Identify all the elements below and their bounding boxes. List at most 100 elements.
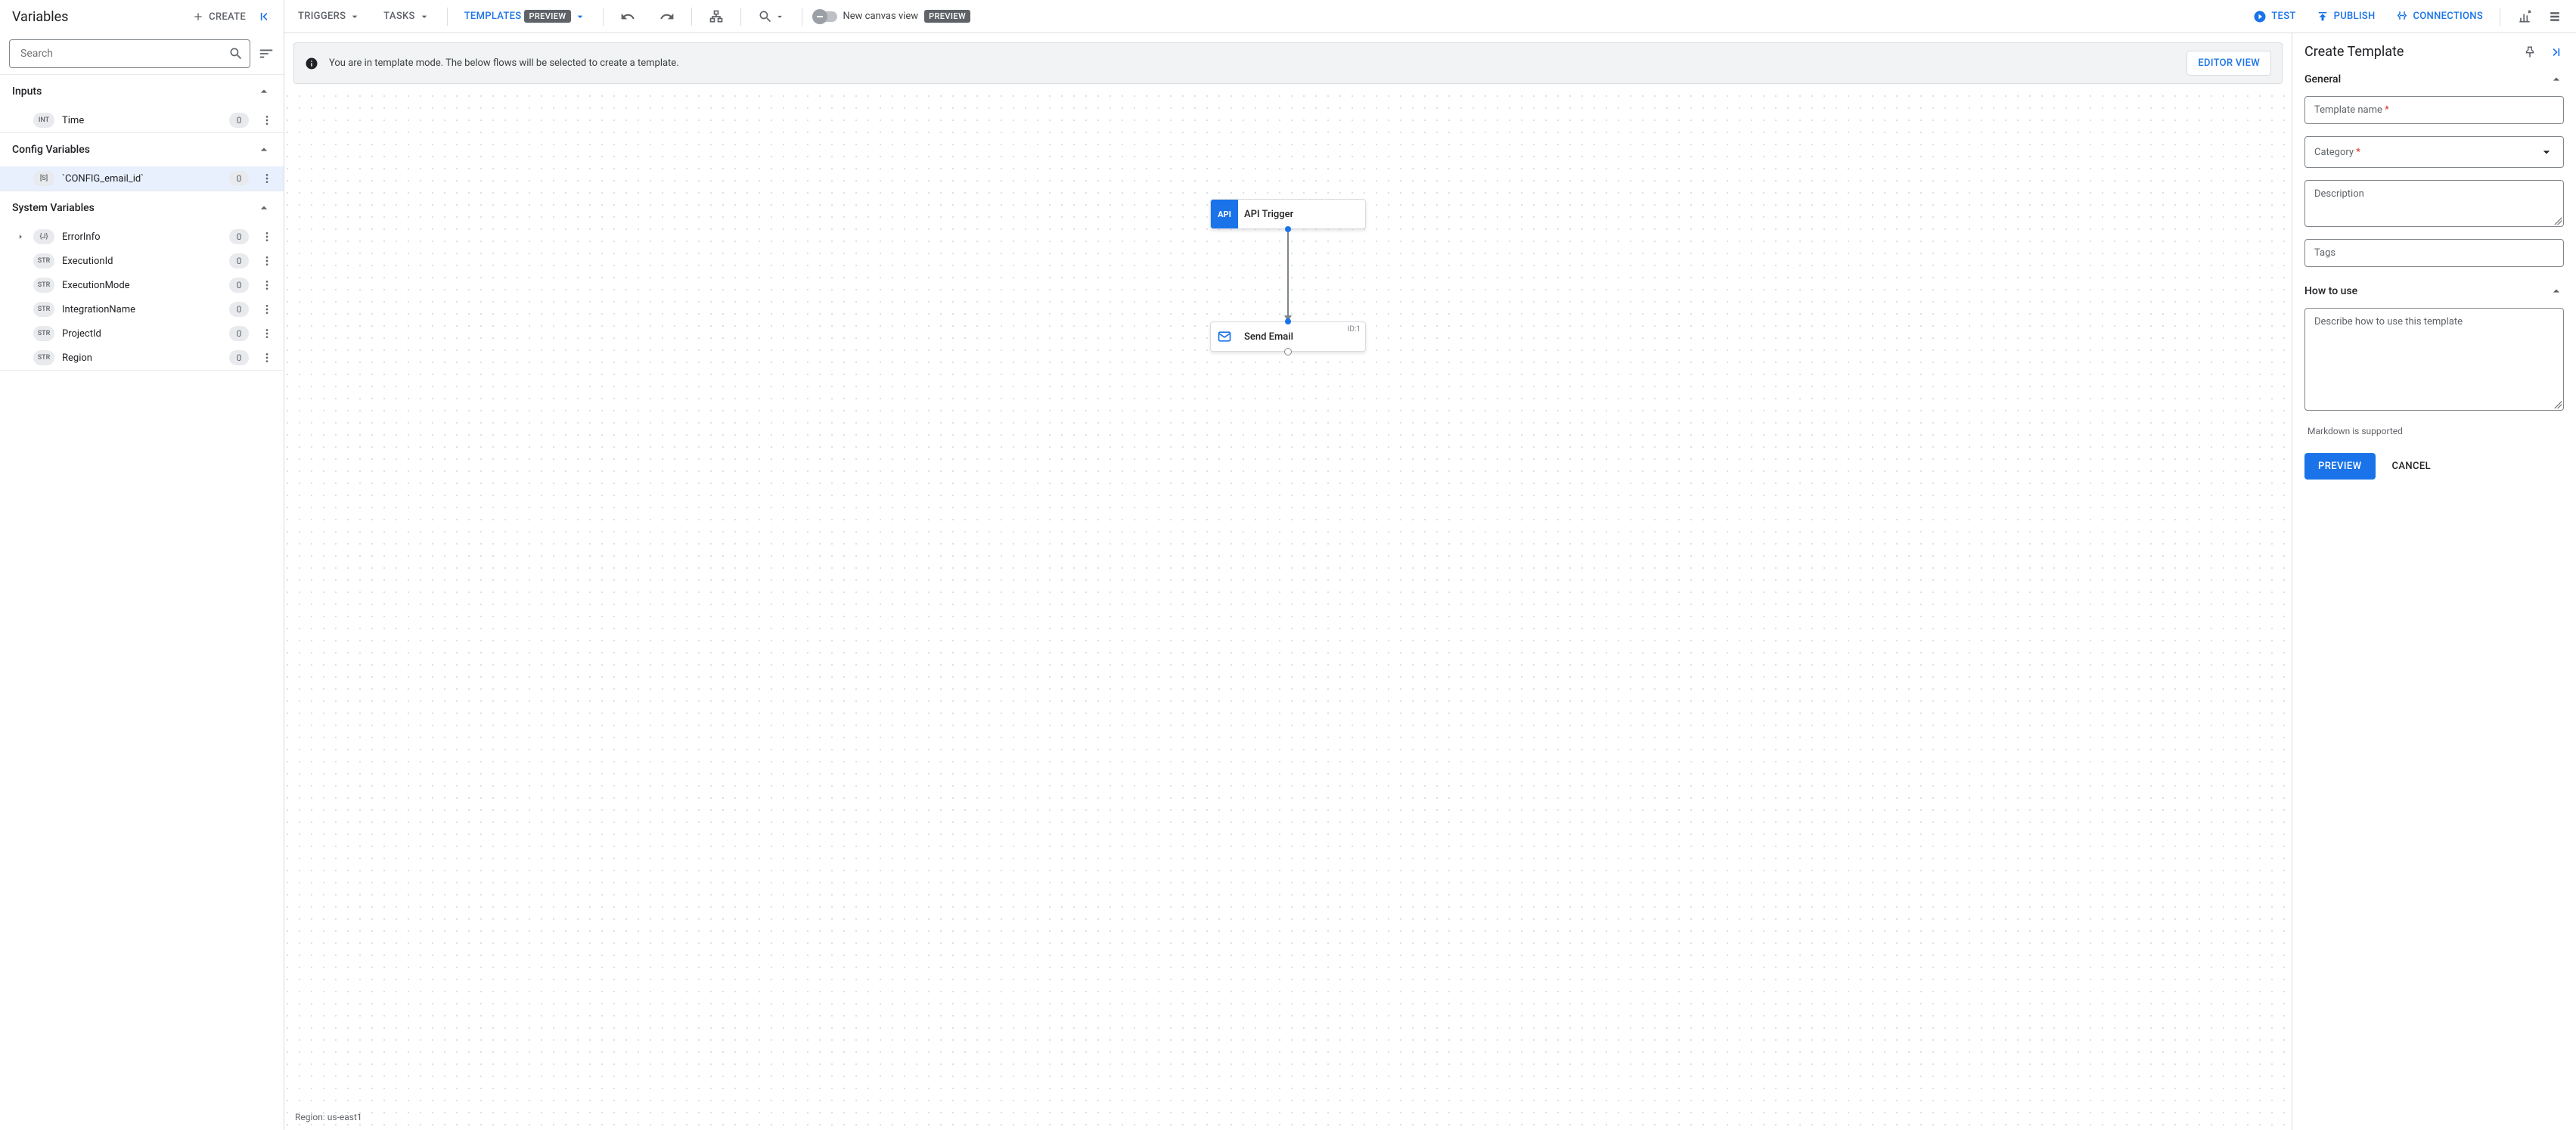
tasks-label: TASKS bbox=[383, 11, 414, 22]
sidebar-title: Variables bbox=[12, 9, 68, 25]
variable-name: ProjectId bbox=[62, 328, 222, 340]
variable-row[interactable]: STR IntegrationName 0 bbox=[0, 297, 284, 321]
variable-menu-button[interactable] bbox=[256, 352, 278, 364]
editor-view-button[interactable]: EDITOR VIEW bbox=[2186, 51, 2271, 76]
toggle-thumb bbox=[812, 9, 827, 24]
new-canvas-toggle[interactable]: New canvas view PREVIEW bbox=[815, 10, 971, 23]
inputs-title: Inputs bbox=[12, 85, 42, 98]
filter-button[interactable] bbox=[258, 45, 275, 62]
search-variables-field[interactable] bbox=[9, 39, 250, 68]
node-send-email[interactable]: Send Email ID:1 bbox=[1210, 321, 1366, 352]
ref-count: 0 bbox=[229, 278, 249, 293]
connections-icon bbox=[2395, 10, 2409, 23]
config-title: Config Variables bbox=[12, 144, 90, 156]
create-variable-button[interactable]: CREATE bbox=[192, 11, 246, 23]
required-indicator: * bbox=[2356, 147, 2360, 158]
variable-row[interactable]: {J} ErrorInfo 0 bbox=[0, 225, 284, 249]
variable-name: IntegrationName bbox=[62, 304, 222, 315]
triggers-dropdown[interactable]: TRIGGERS bbox=[293, 8, 365, 26]
collapse-right-button[interactable] bbox=[2549, 45, 2564, 60]
howto-textarea[interactable]: Describe how to use this template bbox=[2304, 308, 2564, 411]
canvas-area: You are in template mode. The below flow… bbox=[284, 33, 2292, 1130]
preview-button[interactable]: PREVIEW bbox=[2304, 453, 2376, 480]
chevron-up-icon bbox=[256, 142, 272, 157]
cancel-button[interactable]: CANCEL bbox=[2388, 460, 2436, 473]
variable-row[interactable]: [S] `CONFIG_email_id` 0 bbox=[0, 166, 284, 191]
variable-name: Region bbox=[62, 352, 222, 364]
type-pill: STR bbox=[33, 253, 54, 269]
variable-menu-button[interactable] bbox=[256, 255, 278, 267]
required-indicator: * bbox=[2385, 104, 2389, 116]
tasks-dropdown[interactable]: TASKS bbox=[379, 8, 434, 26]
ref-count: 0 bbox=[229, 302, 249, 317]
ref-count: 0 bbox=[229, 326, 249, 341]
variable-menu-button[interactable] bbox=[256, 303, 278, 315]
howto-section-header[interactable]: How to use bbox=[2292, 279, 2576, 303]
system-section-header[interactable]: System Variables bbox=[0, 191, 284, 225]
publish-icon bbox=[2316, 10, 2329, 23]
chevron-up-icon bbox=[2549, 72, 2564, 87]
variable-menu-button[interactable] bbox=[256, 328, 278, 340]
redo-button[interactable] bbox=[655, 5, 679, 29]
type-pill: STR bbox=[33, 302, 54, 317]
chevron-down-icon bbox=[774, 11, 785, 22]
collapse-sidebar-button[interactable] bbox=[256, 9, 272, 24]
variable-row[interactable]: STR Region 0 bbox=[0, 346, 284, 370]
node-api-trigger[interactable]: API API Trigger bbox=[1210, 199, 1366, 229]
publish-button[interactable]: PUBLISH bbox=[2311, 7, 2380, 26]
chevron-down-icon bbox=[2539, 144, 2554, 160]
triggers-label: TRIGGERS bbox=[298, 11, 346, 22]
node-output-port[interactable] bbox=[1285, 226, 1291, 232]
connections-button[interactable]: CONNECTIONS bbox=[2391, 7, 2488, 26]
toggle-track bbox=[815, 11, 837, 22]
node-input-port[interactable] bbox=[1285, 318, 1291, 324]
templates-dropdown[interactable]: TEMPLATES PREVIEW bbox=[460, 7, 591, 26]
type-pill: INT bbox=[33, 113, 54, 128]
node-label: API Trigger bbox=[1238, 209, 1365, 220]
variable-menu-button[interactable] bbox=[256, 114, 278, 126]
search-input[interactable] bbox=[19, 47, 228, 61]
variable-menu-button[interactable] bbox=[256, 231, 278, 243]
variable-name: ExecutionMode bbox=[62, 280, 222, 291]
variable-menu-button[interactable] bbox=[256, 172, 278, 185]
general-section-header[interactable]: General bbox=[2292, 67, 2576, 92]
type-pill: STR bbox=[33, 350, 54, 365]
type-pill: [S] bbox=[33, 171, 54, 186]
undo-button[interactable] bbox=[616, 5, 640, 29]
more-menu-button[interactable] bbox=[2543, 5, 2567, 29]
play-icon bbox=[2253, 10, 2267, 23]
mail-icon bbox=[1211, 329, 1238, 344]
config-section-header[interactable]: Config Variables bbox=[0, 133, 284, 166]
node-output-port[interactable] bbox=[1284, 348, 1292, 355]
variable-name: Time bbox=[62, 115, 222, 126]
tags-field[interactable]: Tags bbox=[2304, 239, 2564, 267]
analytics-button[interactable] bbox=[2512, 5, 2537, 29]
plus-icon bbox=[192, 11, 204, 23]
pin-button[interactable] bbox=[2523, 45, 2537, 59]
category-select[interactable]: Category * bbox=[2304, 136, 2564, 168]
zoom-dropdown[interactable] bbox=[753, 5, 790, 29]
variable-row[interactable]: STR ExecutionMode 0 bbox=[0, 273, 284, 297]
expand-caret-icon[interactable] bbox=[15, 231, 26, 242]
ref-count: 0 bbox=[229, 350, 249, 365]
template-name-field[interactable]: Template name * bbox=[2304, 96, 2564, 124]
type-pill: STR bbox=[33, 326, 54, 341]
variable-menu-button[interactable] bbox=[256, 279, 278, 291]
description-field[interactable]: Description bbox=[2304, 180, 2564, 227]
layout-button[interactable] bbox=[704, 5, 728, 29]
flow-canvas[interactable]: API API Trigger Send Email ID:1 bbox=[284, 93, 2292, 1130]
variable-row[interactable]: STR ExecutionId 0 bbox=[0, 249, 284, 273]
test-button[interactable]: TEST bbox=[2249, 7, 2300, 26]
collapse-left-icon bbox=[256, 9, 272, 24]
variables-sidebar: Variables CREATE bbox=[0, 0, 284, 1130]
tags-label: Tags bbox=[2314, 247, 2335, 259]
variable-row[interactable]: STR ProjectId 0 bbox=[0, 321, 284, 346]
ref-count: 0 bbox=[229, 253, 249, 269]
banner-text: You are in template mode. The below flow… bbox=[329, 57, 2176, 69]
inputs-section-header[interactable]: Inputs bbox=[0, 75, 284, 108]
flow-edge[interactable] bbox=[1287, 232, 1289, 315]
new-canvas-label: New canvas view bbox=[843, 11, 919, 22]
api-icon: API bbox=[1211, 200, 1238, 228]
variable-row[interactable]: INT Time 0 bbox=[0, 108, 284, 132]
search-icon bbox=[228, 46, 244, 61]
